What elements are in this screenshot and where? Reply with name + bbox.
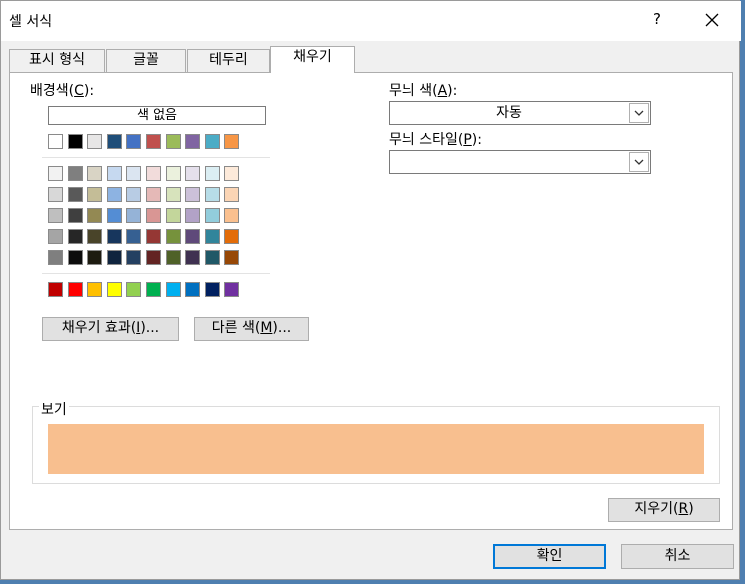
color-swatch[interactable] [185, 187, 200, 202]
color-swatch[interactable] [87, 208, 102, 223]
color-swatch[interactable] [224, 250, 239, 265]
color-swatch[interactable] [48, 166, 63, 181]
tab-font[interactable]: 글꼴 [106, 49, 186, 73]
tab-number-format[interactable]: 표시 형식 [9, 49, 105, 73]
palette-separator [42, 157, 270, 158]
color-swatch[interactable] [87, 187, 102, 202]
color-swatch[interactable] [146, 187, 161, 202]
color-swatch[interactable] [126, 208, 141, 223]
color-swatch[interactable] [146, 229, 161, 244]
color-swatch[interactable] [48, 134, 63, 149]
fill-tab-panel: 배경색(C): 색 없음 채우기 효과(I)... 다른 색(M)... 무늬 … [9, 72, 733, 530]
color-swatch[interactable] [107, 229, 122, 244]
color-swatch[interactable] [205, 134, 220, 149]
color-swatch[interactable] [68, 134, 83, 149]
close-icon[interactable] [701, 9, 723, 31]
color-swatch[interactable] [107, 134, 122, 149]
color-swatch[interactable] [166, 229, 181, 244]
color-swatch[interactable] [224, 208, 239, 223]
color-swatch[interactable] [166, 250, 181, 265]
color-swatch[interactable] [185, 229, 200, 244]
color-swatch[interactable] [126, 229, 141, 244]
title-bar: 셀 서식 ? [1, 1, 741, 41]
color-swatch[interactable] [107, 187, 122, 202]
chevron-down-icon[interactable] [629, 152, 649, 172]
color-swatch[interactable] [146, 134, 161, 149]
color-swatch[interactable] [68, 208, 83, 223]
pattern-color-select[interactable]: 자동 [389, 101, 651, 125]
tab-border[interactable]: 테두리 [187, 49, 270, 73]
pattern-color-value: 자동 [496, 105, 522, 121]
background-color-label: 배경색(C): [30, 83, 95, 99]
cancel-button[interactable]: 취소 [621, 544, 734, 569]
color-swatch[interactable] [224, 187, 239, 202]
no-color-button[interactable]: 색 없음 [48, 106, 266, 125]
color-swatch[interactable] [87, 166, 102, 181]
color-swatch[interactable] [48, 250, 63, 265]
color-swatch[interactable] [166, 166, 181, 181]
color-swatch[interactable] [146, 282, 161, 297]
color-swatch[interactable] [68, 166, 83, 181]
color-swatch[interactable] [224, 282, 239, 297]
help-button[interactable]: ? [647, 10, 667, 28]
color-swatch[interactable] [185, 134, 200, 149]
preview-swatch [48, 424, 704, 474]
color-swatch[interactable] [185, 250, 200, 265]
color-swatch[interactable] [205, 208, 220, 223]
clear-button[interactable]: 지우기(R) [608, 498, 720, 522]
color-swatch[interactable] [205, 229, 220, 244]
pattern-style-select[interactable] [389, 150, 651, 174]
color-swatch[interactable] [68, 250, 83, 265]
color-swatch[interactable] [68, 282, 83, 297]
color-swatch[interactable] [107, 282, 122, 297]
color-swatch[interactable] [126, 134, 141, 149]
color-swatch[interactable] [205, 282, 220, 297]
color-swatch[interactable] [48, 229, 63, 244]
ok-button[interactable]: 확인 [493, 544, 606, 569]
dialog-title: 셀 서식 [9, 14, 53, 30]
chevron-down-icon[interactable] [629, 103, 649, 123]
color-swatch[interactable] [107, 250, 122, 265]
color-swatch[interactable] [126, 187, 141, 202]
color-swatch[interactable] [126, 166, 141, 181]
color-swatch[interactable] [205, 166, 220, 181]
color-swatch[interactable] [146, 166, 161, 181]
tab-fill[interactable]: 채우기 [270, 46, 355, 73]
color-swatch[interactable] [87, 250, 102, 265]
pattern-color-label: 무늬 색(A): [389, 83, 458, 99]
more-colors-button[interactable]: 다른 색(M)... [194, 317, 309, 341]
color-swatch[interactable] [87, 229, 102, 244]
palette-separator [42, 273, 270, 274]
color-swatch[interactable] [185, 208, 200, 223]
color-swatch[interactable] [126, 250, 141, 265]
color-swatch[interactable] [48, 208, 63, 223]
color-swatch[interactable] [107, 208, 122, 223]
color-swatch[interactable] [166, 282, 181, 297]
color-swatch[interactable] [48, 187, 63, 202]
color-swatch[interactable] [146, 250, 161, 265]
color-swatch[interactable] [205, 187, 220, 202]
color-swatch[interactable] [68, 229, 83, 244]
color-swatch[interactable] [146, 208, 161, 223]
preview-group: 보기 [32, 399, 720, 484]
color-swatch[interactable] [224, 134, 239, 149]
color-swatch[interactable] [185, 282, 200, 297]
color-swatch[interactable] [166, 134, 181, 149]
color-swatch[interactable] [87, 134, 102, 149]
color-swatch[interactable] [87, 282, 102, 297]
fill-effects-button[interactable]: 채우기 효과(I)... [42, 317, 179, 341]
color-swatch[interactable] [48, 282, 63, 297]
color-swatch[interactable] [166, 187, 181, 202]
color-swatch[interactable] [107, 166, 122, 181]
pattern-style-label: 무늬 스타일(P): [389, 132, 482, 148]
color-swatch[interactable] [205, 250, 220, 265]
color-swatch[interactable] [68, 187, 83, 202]
color-swatch[interactable] [166, 208, 181, 223]
color-swatch[interactable] [126, 282, 141, 297]
format-cells-dialog: 셀 서식 ? 표시 형식 글꼴 테두리 채우기 배경색(C): 색 없음 채우기… [0, 0, 741, 580]
color-swatch[interactable] [185, 166, 200, 181]
color-swatch[interactable] [224, 166, 239, 181]
preview-label: 보기 [39, 399, 69, 419]
color-swatch[interactable] [224, 229, 239, 244]
